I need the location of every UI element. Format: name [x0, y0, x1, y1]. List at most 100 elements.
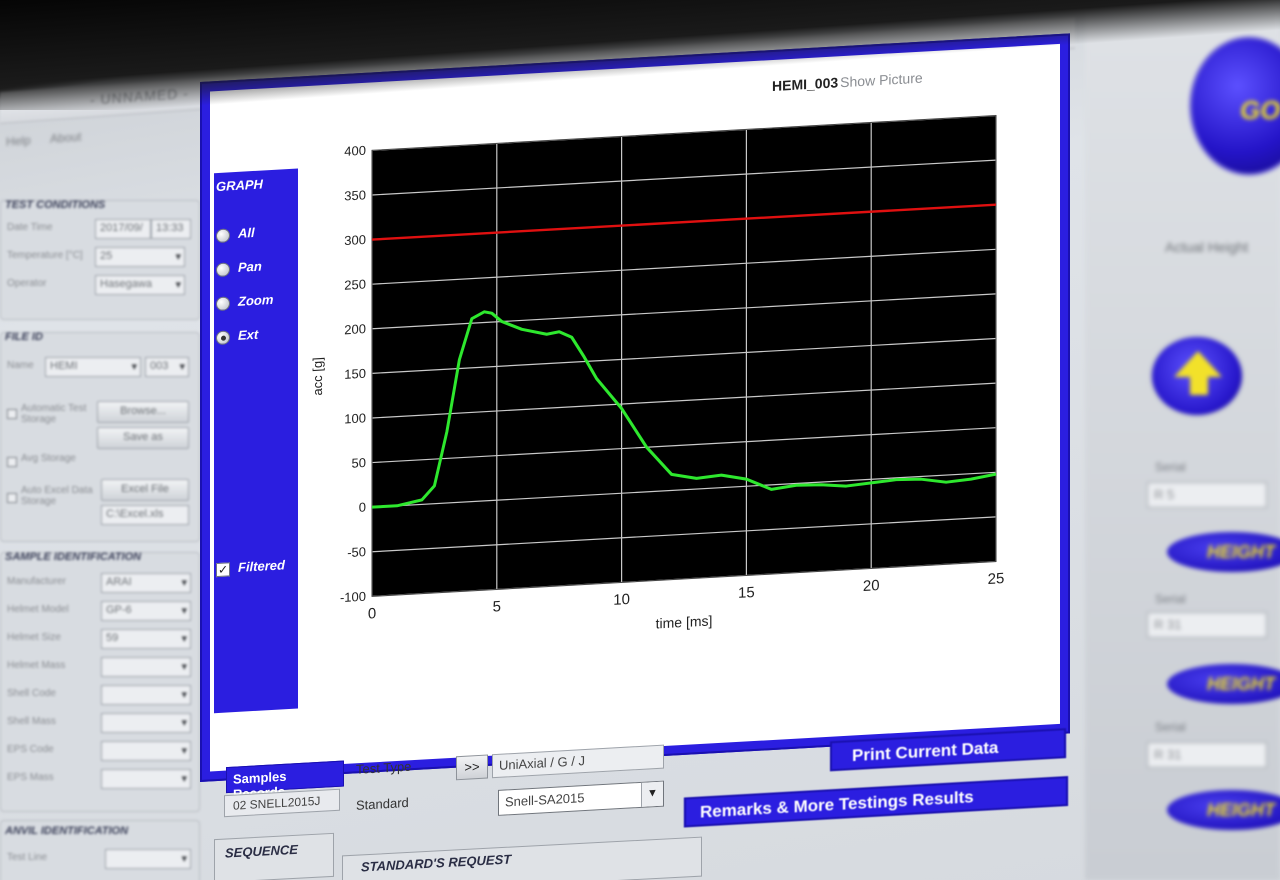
graph-panel-title: GRAPH	[216, 176, 263, 195]
y-tick-label: 100	[344, 410, 366, 426]
y-tick-label: 350	[344, 187, 366, 203]
y-axis-label: acc [g]	[310, 357, 325, 396]
up-arrow-button[interactable]	[1149, 334, 1245, 418]
avg-storage-label: Avg Storage	[21, 453, 76, 464]
height-button[interactable]: HEIGHT	[1167, 790, 1280, 830]
filtered-label: Filtered	[238, 557, 285, 575]
serial-label: Serial	[1155, 720, 1186, 734]
sample-row: Helmet Mass	[5, 657, 195, 677]
next-arrow-button[interactable]: >>	[456, 754, 488, 781]
sample-row-label: Manufacturer	[7, 576, 66, 587]
sample-row: Shell Mass	[5, 713, 195, 733]
file-name-select[interactable]: HEMI	[45, 357, 141, 377]
menu-help[interactable]: Help	[6, 133, 31, 149]
serial-field: R 31	[1147, 742, 1267, 768]
y-tick-label: 0	[359, 500, 366, 515]
temperature-select[interactable]: 25	[95, 247, 185, 267]
sample-row-label: EPS Mass	[7, 772, 54, 783]
x-axis-label: time [ms]	[656, 612, 713, 631]
sample-row-label: Helmet Size	[7, 632, 61, 643]
y-tick-label: 200	[344, 321, 366, 337]
height-button[interactable]: HEIGHT	[1167, 532, 1280, 572]
x-tick-label: 0	[368, 605, 376, 622]
helmet-model-select[interactable]: GP-6	[101, 601, 191, 621]
y-tick-label: 400	[344, 143, 366, 159]
y-tick-label: -100	[340, 589, 366, 605]
standard-label: Standard	[356, 794, 409, 813]
menu-about[interactable]: About	[50, 130, 81, 146]
auto-test-storage-label: Automatic Test Storage	[21, 403, 87, 425]
sample-row: Helmet Size 59	[5, 629, 195, 649]
print-current-data-button[interactable]: Print Current Data	[830, 728, 1066, 772]
serial-label: Serial	[1155, 460, 1186, 474]
temperature-row: Temperature [°C] 25	[5, 247, 195, 267]
test-conditions-title: TEST CONDITIONS	[5, 199, 106, 211]
test-conditions-group: TEST CONDITIONS Date Time 2017/09/ 13:33…	[0, 199, 200, 320]
menu-bar: Help About	[0, 121, 210, 156]
x-tick-label: 5	[493, 598, 501, 615]
sample-row-label: EPS Code	[7, 744, 54, 755]
x-tick-label: 15	[738, 584, 755, 602]
test-line-label: Test Line	[7, 852, 48, 863]
height-button[interactable]: HEIGHT	[1167, 664, 1280, 704]
serial-field: R 5	[1147, 482, 1267, 508]
save-as-button[interactable]: Save as	[97, 427, 189, 449]
left-panel: TEST CONDITIONS Date Time 2017/09/ 13:33…	[0, 160, 210, 880]
anvil-identification-group: ANVIL IDENTIFICATION Test Line	[0, 820, 200, 880]
graph-frame: HEMI_003 Show Picture GRAPH All Pan Zoom …	[200, 33, 1070, 783]
file-name-row: Name HEMI 003	[5, 357, 195, 377]
helmet-size-select[interactable]: 59	[101, 629, 191, 649]
shell-mass-select[interactable]	[101, 713, 191, 733]
y-tick-label: 300	[344, 232, 366, 248]
sample-row: EPS Code	[5, 741, 195, 761]
go-label: GO	[1240, 95, 1280, 125]
operator-select[interactable]: Hasegawa	[95, 275, 185, 295]
browse-button[interactable]: Browse...	[97, 401, 189, 423]
filtered-checkbox[interactable]: ✓	[216, 562, 230, 578]
sequence-title: SEQUENCE	[225, 841, 298, 861]
datetime-row: Date Time 2017/09/ 13:33	[5, 219, 195, 239]
eps-code-select[interactable]	[101, 741, 191, 761]
standards-request-title: STANDARD'S REQUEST	[361, 851, 512, 875]
auto-test-storage-checkbox[interactable]	[7, 409, 17, 419]
graph-options-panel	[214, 168, 300, 714]
auto-excel-label: Auto Excel Data Storage	[21, 485, 93, 507]
anvil-identification-title: ANVIL IDENTIFICATION	[5, 825, 129, 837]
sample-identification-title: SAMPLE IDENTIFICATION	[5, 551, 142, 563]
test-type-field[interactable]: UniAxial / G / J	[492, 744, 664, 779]
sample-row: Helmet Model GP-6	[5, 601, 195, 621]
sample-identification-group: SAMPLE IDENTIFICATION Manufacturer ARAI …	[0, 551, 200, 812]
up-arrow-icon	[1190, 375, 1208, 395]
avg-storage-checkbox[interactable]	[7, 457, 17, 467]
file-number-select[interactable]: 003	[145, 357, 189, 377]
x-tick-label: 20	[863, 577, 880, 595]
monitor-screen: - UNNAMED - Help About TEST CONDITIONS D…	[0, 0, 1280, 880]
helmet-mass-select[interactable]	[101, 657, 191, 677]
x-tick-label: 25	[988, 570, 1005, 588]
time-field[interactable]: 13:33	[151, 219, 191, 239]
standard-select[interactable]: Snell-SA2015 ▼	[498, 780, 664, 816]
remarks-button[interactable]: Remarks & More Testings Results	[684, 776, 1068, 828]
sample-row-label: Helmet Model	[7, 604, 69, 615]
auto-excel-checkbox[interactable]	[7, 493, 17, 503]
date-field[interactable]: 2017/09/	[95, 219, 151, 239]
test-line-row: Test Line	[5, 849, 195, 869]
sample-row-label: Helmet Mass	[7, 660, 66, 671]
samples-records-button[interactable]: Samples Records	[226, 760, 344, 802]
excel-file-button[interactable]: Excel File	[101, 479, 189, 501]
operator-row: Operator Hasegawa	[5, 275, 195, 295]
x-tick-label: 10	[613, 591, 630, 609]
chevron-down-icon[interactable]: ▼	[641, 781, 663, 807]
sequence-group: SEQUENCE	[214, 832, 334, 880]
radio-zoom-label: Zoom	[238, 291, 274, 309]
test-line-select[interactable]	[105, 849, 191, 869]
file-id-title: FILE ID	[5, 331, 43, 343]
test-type-label: Test Type	[356, 758, 412, 777]
file-id-group: FILE ID Name HEMI 003 Automatic Test Sto…	[0, 331, 200, 542]
radio-ext-label: Ext	[238, 326, 259, 343]
eps-mass-select[interactable]	[101, 769, 191, 789]
shell-code-select[interactable]	[101, 685, 191, 705]
go-button[interactable]: GO	[1189, 36, 1280, 176]
excel-path-field[interactable]: C:\Excel.xls	[101, 505, 189, 525]
manufacturer-select[interactable]: ARAI	[101, 573, 191, 593]
